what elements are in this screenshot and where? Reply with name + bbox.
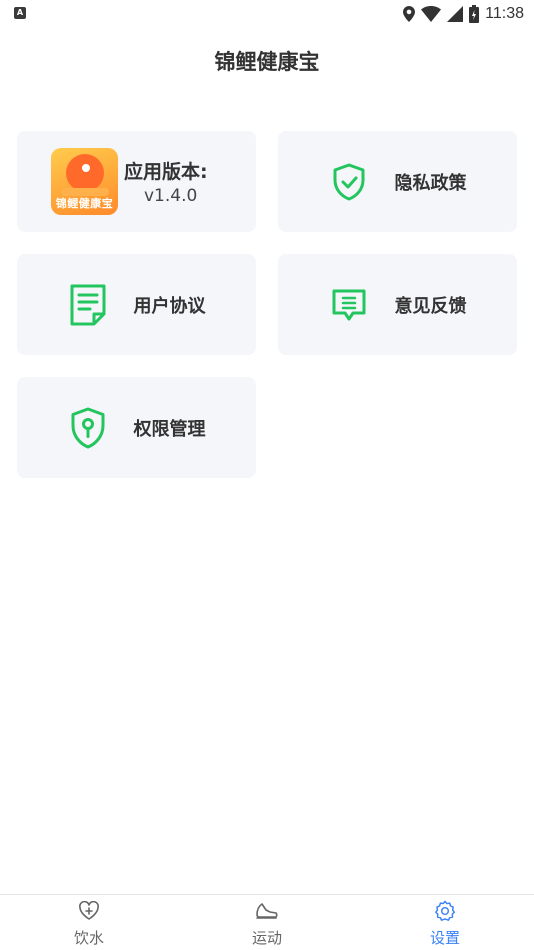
version-value: v1.4.0	[144, 186, 198, 206]
fish-graphic	[66, 154, 104, 192]
tab-settings-label: 设置	[429, 929, 460, 947]
shield-check-icon	[329, 162, 369, 202]
logo-text: 锦鲤健康宝	[55, 197, 114, 210]
fish-eye	[82, 164, 90, 172]
feedback-label: 意见反馈	[394, 295, 467, 317]
signal-icon	[447, 6, 464, 22]
tab-water[interactable]: 饮水	[49, 899, 129, 948]
feedback-card[interactable]: 意见反馈	[278, 254, 517, 355]
status-time: 11:38	[485, 5, 524, 22]
document-icon	[68, 284, 108, 325]
app-version-card: 锦鲤健康宝 应用版本: v1.4.0	[17, 131, 256, 232]
status-bar: A 11:38	[0, 0, 534, 28]
user-agreement-card[interactable]: 用户协议	[17, 254, 256, 355]
privacy-policy-card[interactable]: 隐私政策	[278, 131, 517, 232]
version-title: 应用版本:	[124, 161, 208, 183]
shield-lock-icon	[68, 407, 108, 448]
message-icon	[329, 285, 369, 325]
user-agreement-label: 用户协议	[133, 295, 206, 317]
wifi-icon	[421, 6, 442, 22]
page-title: 锦鲤健康宝	[214, 50, 320, 74]
location-icon	[403, 6, 416, 22]
battery-icon	[469, 5, 480, 23]
tab-exercise-label: 运动	[251, 929, 282, 947]
permission-label: 权限管理	[133, 418, 206, 440]
bottom-tabbar: 饮水 运动 设置	[0, 894, 534, 950]
privacy-policy-label: 隐私政策	[394, 172, 467, 194]
gear-icon	[405, 899, 485, 923]
shoe-icon	[227, 899, 307, 923]
app-logo: 锦鲤健康宝	[51, 148, 118, 215]
tab-exercise[interactable]: 运动	[227, 899, 307, 948]
tab-settings[interactable]: 设置	[405, 899, 485, 948]
tab-water-label: 饮水	[73, 929, 104, 947]
notification-icon: A	[14, 7, 26, 19]
heart-plus-icon	[49, 899, 129, 923]
status-icons: 11:38	[403, 4, 524, 24]
permission-card[interactable]: 权限管理	[17, 377, 256, 478]
